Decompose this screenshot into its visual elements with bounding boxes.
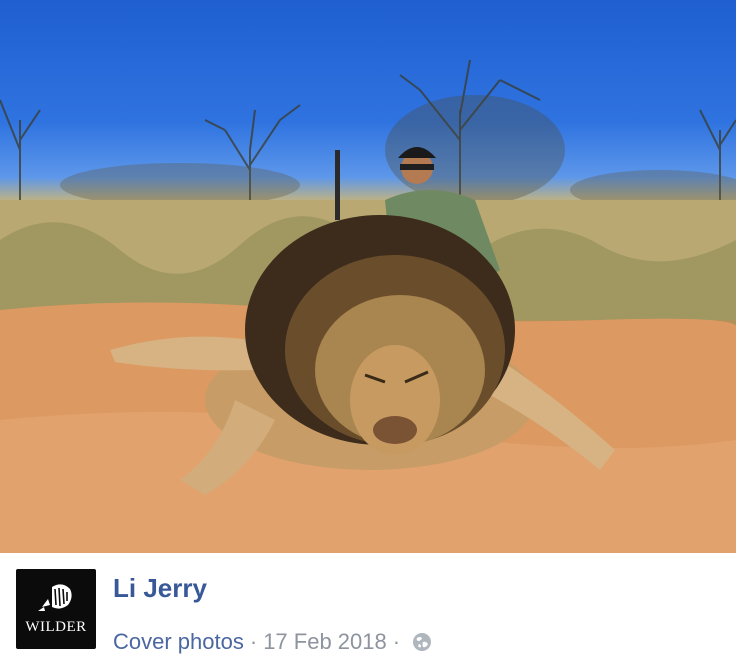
meta-separator: · — [249, 629, 258, 654]
album-link[interactable]: Cover photos — [113, 629, 244, 655]
author-name-link[interactable]: Li Jerry — [113, 573, 207, 604]
avatar-brand-text: WILDER — [25, 619, 87, 635]
meta-separator: · — [392, 629, 401, 654]
avatar[interactable]: WILDER — [16, 569, 96, 649]
cover-photo-image — [0, 59, 736, 553]
post-meta: Cover photos · 17 Feb 2018 · — [113, 629, 432, 655]
globe-icon[interactable] — [412, 632, 432, 652]
post-header: WILDER Li Jerry Cover photos · 17 Feb 20… — [0, 553, 736, 663]
post-date[interactable]: 17 Feb 2018 — [263, 629, 387, 655]
rhino-logo-icon — [38, 584, 72, 611]
cover-photo[interactable] — [0, 0, 736, 553]
